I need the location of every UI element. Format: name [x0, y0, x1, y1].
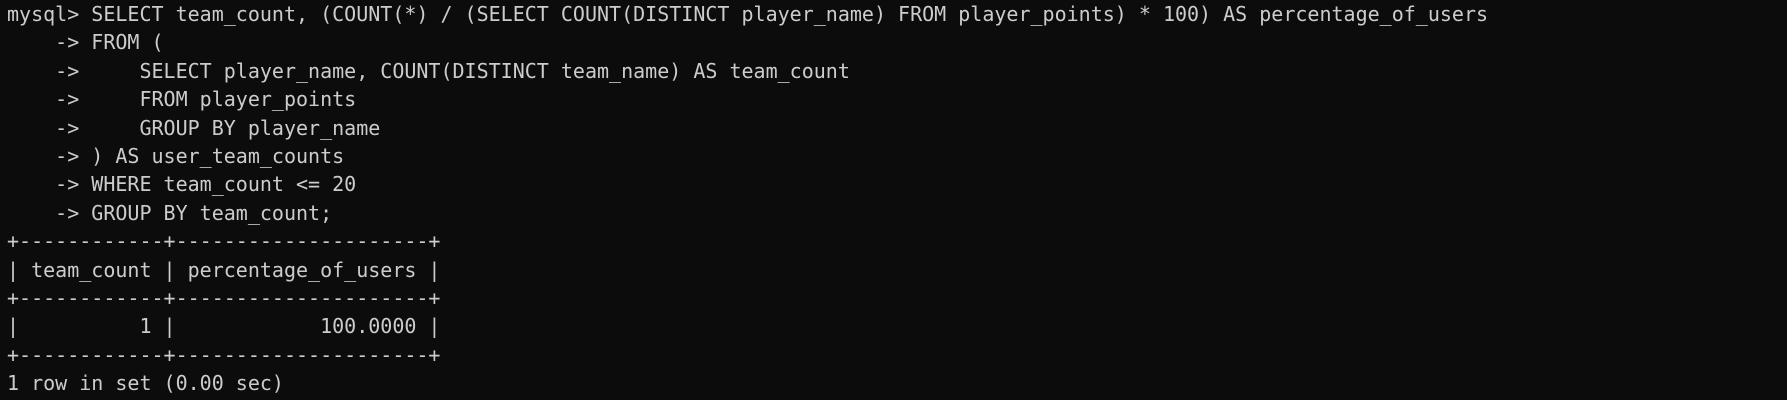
result-table-border: +------------+---------------------+ — [7, 285, 441, 310]
sql-continuation-line: -> SELECT player_name, COUNT(DISTINCT te… — [7, 58, 850, 83]
sql-continuation-line: -> GROUP BY player_name — [7, 115, 381, 140]
sql-continuation-line: -> WHERE team_count <= 20 — [7, 172, 357, 197]
terminal-window[interactable]: mysql> SELECT team_count, (COUNT(*) / (S… — [0, 0, 1787, 400]
sql-continuation-line: -> FROM player_points — [7, 87, 357, 112]
query-status-line: 1 row in set (0.00 sec) — [7, 371, 284, 396]
result-table-row: | 1 | 100.0000 | — [7, 314, 441, 339]
result-table-border: +------------+---------------------+ — [7, 342, 441, 367]
sql-continuation-line: -> ) AS user_team_counts — [7, 143, 345, 168]
result-table-header: | team_count | percentage_of_users | — [7, 257, 441, 282]
sql-continuation-line: -> GROUP BY team_count; — [7, 200, 333, 225]
sql-prompt-line: mysql> SELECT team_count, (COUNT(*) / (S… — [7, 2, 1489, 26]
sql-continuation-line: -> FROM ( — [7, 30, 164, 55]
result-table-border: +------------+---------------------+ — [7, 229, 441, 254]
